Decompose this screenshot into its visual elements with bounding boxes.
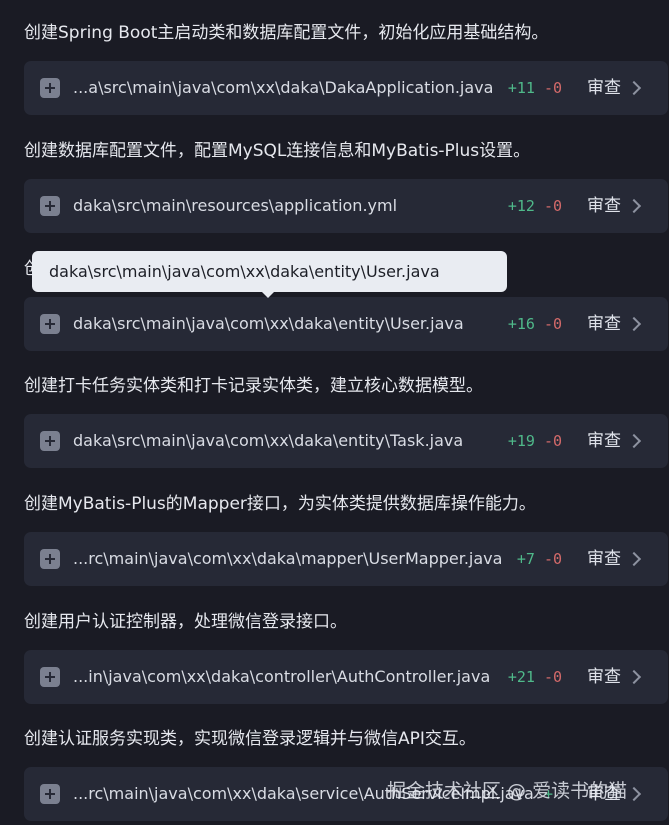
review-button[interactable]: 审查 [587, 61, 621, 115]
lines-removed: -0 [543, 315, 562, 333]
expand-plus-icon[interactable] [40, 549, 60, 569]
file-change-card[interactable]: daka\src\main\java\com\xx\daka\entity\Ta… [24, 414, 668, 468]
diff-stats: +7 -0 [517, 532, 562, 586]
lines-added: +19 [507, 432, 535, 450]
file-change-card[interactable]: ...in\java\com\xx\daka\controller\AuthCo… [24, 650, 668, 704]
lines-added: +11 [507, 79, 535, 97]
review-button[interactable]: 审查 [587, 179, 621, 233]
file-change-card[interactable]: ...rc\main\java\com\xx\daka\mapper\UserM… [24, 532, 668, 586]
file-path: daka\src\main\resources\application.yml [73, 196, 398, 215]
review-button[interactable]: 审查 [587, 532, 621, 586]
change-description: 创建认证服务实现类，实现微信登录逻辑并与微信API交互。 [24, 729, 476, 749]
expand-plus-icon[interactable] [40, 431, 60, 451]
lines-added: +16 [507, 315, 535, 333]
chevron-right-icon[interactable] [626, 198, 642, 214]
lines-added: +12 [507, 197, 535, 215]
file-change-card[interactable]: daka\src\main\resources\application.yml … [24, 179, 668, 233]
chevron-right-icon[interactable] [626, 551, 642, 567]
file-path: daka\src\main\java\com\xx\daka\entity\Us… [73, 314, 464, 333]
chevron-right-icon[interactable] [626, 669, 642, 685]
diff-stats: +19 -0 [508, 414, 562, 468]
diff-stats: +16 -0 [508, 297, 562, 351]
lines-removed: -0 [543, 197, 562, 215]
change-summary-panel: 创建Spring Boot主启动类和数据库配置文件，初始化应用基础结构。 ...… [0, 0, 669, 825]
file-change-card[interactable]: daka\src\main\java\com\xx\daka\entity\Us… [24, 297, 668, 351]
lines-removed: -0 [543, 79, 562, 97]
lines-removed: -0 [543, 432, 562, 450]
diff-stats: +12 -0 [508, 179, 562, 233]
expand-plus-icon[interactable] [40, 78, 60, 98]
chevron-right-icon[interactable] [626, 316, 642, 332]
tooltip-arrow [261, 291, 275, 298]
lines-removed: -0 [543, 550, 562, 568]
file-path: ...rc\main\java\com\xx\daka\mapper\UserM… [73, 549, 503, 568]
chevron-right-icon[interactable] [626, 80, 642, 96]
change-description: 创建打卡任务实体类和打卡记录实体类，建立核心数据模型。 [24, 376, 483, 396]
change-description: 创建Spring Boot主启动类和数据库配置文件，初始化应用基础结构。 [24, 23, 549, 43]
file-change-card[interactable]: ...a\src\main\java\com\xx\daka\DakaAppli… [24, 61, 668, 115]
file-path: ...in\java\com\xx\daka\controller\AuthCo… [73, 667, 491, 686]
file-path: daka\src\main\java\com\xx\daka\entity\Ta… [73, 431, 464, 450]
diff-stats: +21 -0 [508, 650, 562, 704]
lines-added: +21 [507, 668, 535, 686]
review-button[interactable]: 审查 [587, 650, 621, 704]
expand-plus-icon[interactable] [40, 314, 60, 334]
lines-added: +7 [516, 550, 535, 568]
change-description: 创建数据库配置文件，配置MySQL连接信息和MyBatis-Plus设置。 [24, 141, 531, 161]
change-description: 创建用户认证控制器，处理微信登录接口。 [24, 612, 347, 632]
review-button[interactable]: 审查 [587, 297, 621, 351]
diff-stats: +11 -0 [508, 61, 562, 115]
change-description: 创建MyBatis-Plus的Mapper接口，为实体类提供数据库操作能力。 [24, 494, 536, 514]
expand-plus-icon[interactable] [40, 196, 60, 216]
review-button[interactable]: 审查 [587, 414, 621, 468]
file-path-tooltip: daka\src\main\java\com\xx\daka\entity\Us… [32, 251, 507, 292]
watermark: 掘金技术社区 @ 爱读书的猫 [387, 780, 628, 802]
lines-removed: -0 [543, 668, 562, 686]
expand-plus-icon[interactable] [40, 784, 60, 804]
chevron-right-icon[interactable] [626, 433, 642, 449]
chevron-right-icon[interactable] [626, 786, 642, 802]
file-path: ...a\src\main\java\com\xx\daka\DakaAppli… [73, 78, 494, 97]
expand-plus-icon[interactable] [40, 667, 60, 687]
